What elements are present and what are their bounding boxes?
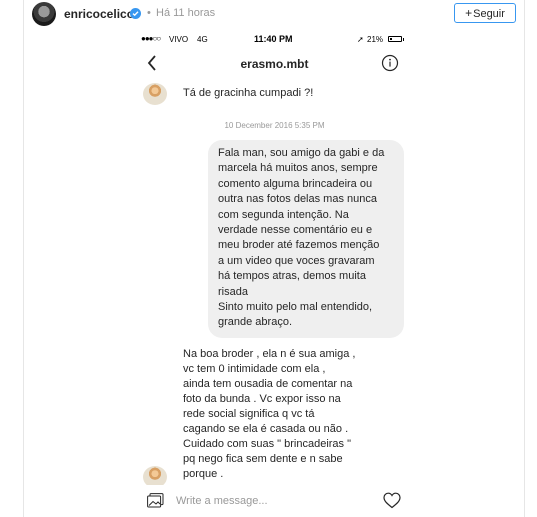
battery-percent: 21% <box>367 35 384 44</box>
message-timestamp: 10 December 2016 5:35 PM <box>224 121 325 130</box>
post-time: Há 11 horas <box>156 7 216 19</box>
message-received: Tá de gracinha cumpadi ?! <box>183 87 314 99</box>
heart-icon[interactable] <box>383 492 401 509</box>
signal-icon: ●●●○○ <box>141 34 161 43</box>
post-header: enricocelico • Há 11 horas +Seguir <box>24 0 524 28</box>
carrier-name: VIVO <box>169 35 189 44</box>
follow-label: Seguir <box>473 8 505 20</box>
image-icon[interactable] <box>147 493 164 508</box>
separator-dot: • <box>147 7 151 19</box>
battery-icon <box>388 36 404 42</box>
post-username[interactable]: enricocelico <box>64 7 134 21</box>
network-type: 4G <box>197 35 208 44</box>
dm-screenshot: ●●●○○ VIVO 4G 11:40 PM ➚ 21% erasmo.mbt … <box>136 30 413 517</box>
chat-header: erasmo.mbt <box>136 52 413 78</box>
avatar[interactable] <box>32 2 56 26</box>
message-sent: Fala man, sou amigo da gabi e da marcela… <box>208 140 404 338</box>
status-time: 11:40 PM <box>254 34 293 44</box>
avatar[interactable] <box>143 83 167 105</box>
verified-badge-icon <box>130 8 141 19</box>
follow-button[interactable]: +Seguir <box>454 3 516 23</box>
message-input[interactable] <box>176 493 356 509</box>
info-icon[interactable] <box>381 54 399 72</box>
status-bar: ●●●○○ VIVO 4G 11:40 PM ➚ 21% <box>136 30 413 52</box>
location-icon: ➚ <box>357 35 364 44</box>
plus-icon: + <box>465 6 473 20</box>
message-received: Na boa broder , ela n é sua amiga , vc t… <box>183 348 356 480</box>
chat-title: erasmo.mbt <box>240 57 309 71</box>
message-composer <box>136 485 413 517</box>
